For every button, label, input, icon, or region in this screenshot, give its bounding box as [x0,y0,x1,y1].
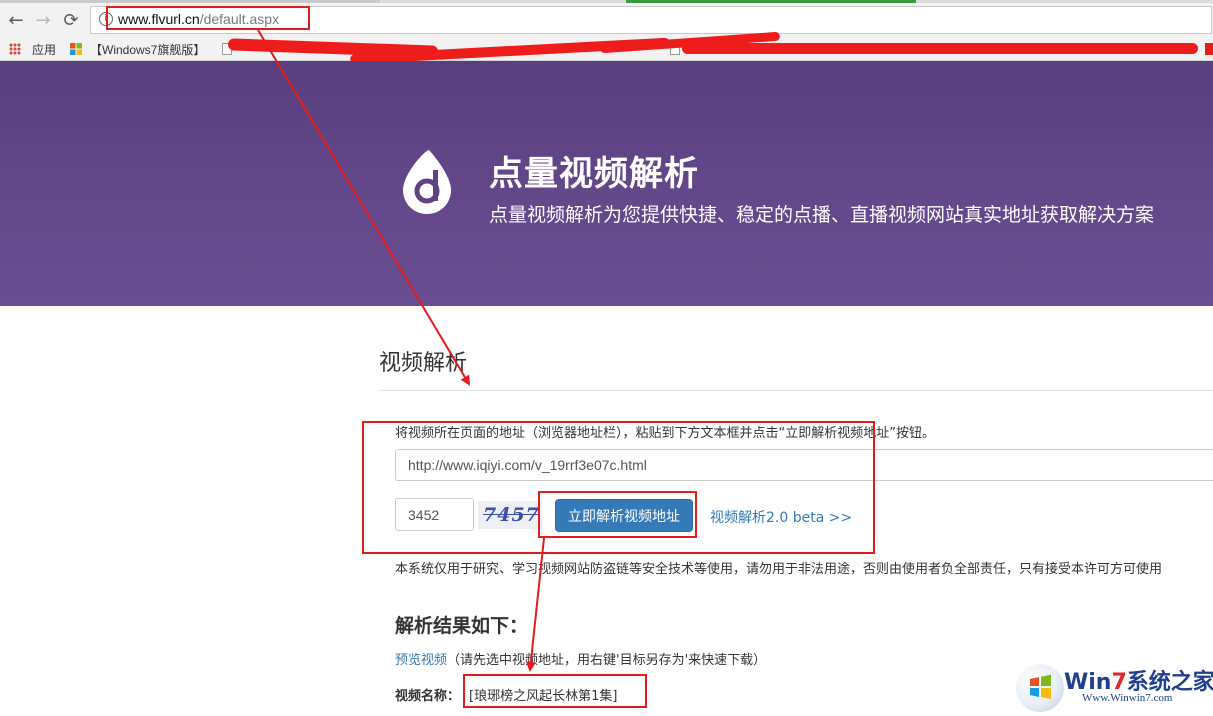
disclaimer-text: 本系统仅用于研究、学习视频网站防盗链等安全技术等使用，请勿用于非法用途，否则由使… [395,562,1163,577]
annotation-box-button [538,491,697,538]
back-arrow-icon: ← [8,9,24,31]
back-button[interactable]: ← [5,9,27,31]
preview-hint: （请先选中视频地址，用右键'目标另存为'来快速下载） [447,653,767,668]
tab-strip [0,0,1213,3]
bookmark-favicon [1205,43,1213,55]
bookmark-windows7[interactable]: 【Windows7旗舰版】 [90,41,205,58]
watermark-windows-flag-icon [1030,674,1051,699]
redaction-scribble [682,43,1198,54]
reload-icon: ⟳ [63,9,79,31]
result-heading: 解析结果如下： [395,615,529,637]
section-divider [379,390,1213,391]
inactive-tab[interactable] [0,0,380,3]
hero-subtitle: 点量视频解析为您提供快捷、稳定的点播、直播视频网站真实地址获取解决方案 [489,204,1155,226]
forward-button[interactable]: → [32,9,54,31]
watermark-url: Www.Winwin7.com [1082,692,1173,704]
preview-video-link[interactable]: 预览视频 [395,653,447,668]
reload-button[interactable]: ⟳ [60,9,82,31]
preview-line: 预览视频（请先选中视频地址，用右键'目标另存为'来快速下载） [395,649,766,668]
active-tab-indicator[interactable] [626,0,916,3]
annotation-box-name [463,674,647,708]
apps-grid-icon[interactable] [9,43,21,55]
bookmark-apps[interactable]: 应用 [32,41,56,58]
watermark-globe-icon [1016,664,1064,712]
hero-title: 点量视频解析 [489,154,699,194]
section-title: 视频解析 [379,351,468,376]
video-name-label: 视频名称： [395,689,461,704]
windows-logo-icon [70,43,82,55]
annotation-box-url [106,6,310,30]
forward-arrow-icon: → [35,9,51,31]
logo-drop-icon [403,150,451,214]
